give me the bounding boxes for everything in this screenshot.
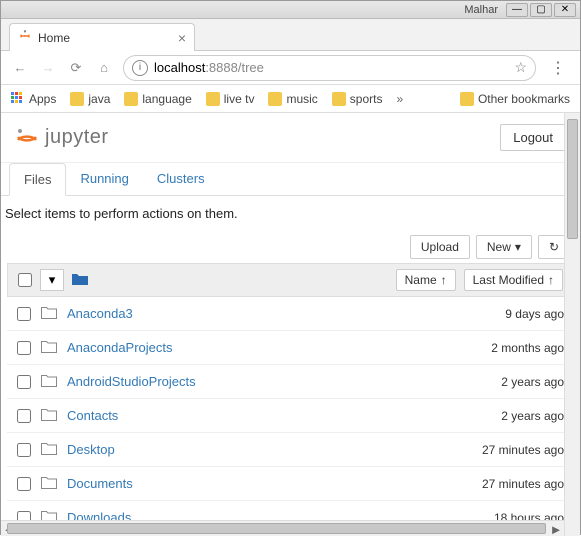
file-list-header: ▾ Name ↑ Last Modified ↑ [7,263,574,297]
file-modified-time: 2 years ago [501,375,564,389]
bookmark-language[interactable]: language [124,92,191,106]
close-tab-icon[interactable]: × [178,30,186,46]
window-maximize-button[interactable]: ▢ [530,3,552,17]
window-app-name: Malhar [464,4,498,16]
breadcrumb-folder-icon[interactable] [72,272,88,289]
vertical-scrollbar[interactable] [564,113,580,536]
row-checkbox[interactable] [17,477,31,491]
file-modified-time: 2 months ago [491,341,564,355]
bookmark-music[interactable]: music [268,92,317,106]
folder-icon [332,92,346,106]
bookmark-sports[interactable]: sports [332,92,383,106]
folder-icon [460,92,474,106]
folder-outline-icon [41,340,57,356]
reload-button[interactable]: ⟳ [67,59,85,77]
jupyter-tabs: Files Running Clusters [1,163,580,196]
folder-outline-icon [41,442,57,458]
browser-toolbar: ← → ⟳ ⌂ i localhost:8888/tree ☆ ⋮ [1,51,580,85]
jupyter-favicon-icon [18,29,32,46]
file-name-link[interactable]: Documents [67,476,133,491]
table-row: Desktop 27 minutes ago [7,433,574,467]
bookmark-java[interactable]: java [70,92,110,106]
file-name-link[interactable]: Desktop [67,442,115,457]
window-close-button[interactable]: ✕ [554,3,576,17]
jupyter-logo-icon [15,126,39,150]
back-button[interactable]: ← [11,59,29,77]
jupyter-brand-text: jupyter [45,126,109,149]
selection-hint: Select items to perform actions on them. [1,196,580,231]
address-bar[interactable]: i localhost:8888/tree ☆ [123,55,536,81]
logout-button[interactable]: Logout [500,124,566,151]
arrow-up-icon: ↑ [548,273,554,287]
browser-tab[interactable]: Home × [9,23,195,51]
other-bookmarks[interactable]: Other bookmarks [460,92,570,106]
file-modified-time: 2 years ago [501,409,564,423]
table-row: AndroidStudioProjects 2 years ago [7,365,574,399]
scroll-thumb[interactable] [7,523,546,534]
folder-icon [268,92,282,106]
caret-down-icon: ▾ [515,240,521,254]
scroll-right-icon[interactable]: ► [548,521,564,536]
apps-shortcut[interactable]: Apps [11,92,56,106]
window-titlebar: Malhar — ▢ ✕ [1,1,580,19]
row-checkbox[interactable] [17,307,31,321]
folder-icon [70,92,84,106]
file-name-link[interactable]: AnacondaProjects [67,340,173,355]
browser-tabstrip: Home × [1,19,580,51]
tab-running[interactable]: Running [66,163,142,195]
select-all-checkbox[interactable] [18,273,32,287]
sort-modified-button[interactable]: Last Modified ↑ [464,269,563,291]
jupyter-logo[interactable]: jupyter [15,126,109,150]
action-buttons: Upload New ▾ ↻ [1,231,580,263]
table-row: Anaconda3 9 days ago [7,297,574,331]
browser-menu-button[interactable]: ⋮ [546,58,570,78]
row-checkbox[interactable] [17,341,31,355]
folder-outline-icon [41,374,57,390]
file-name-link[interactable]: Anaconda3 [67,306,133,321]
select-dropdown[interactable]: ▾ [40,269,64,291]
tab-clusters[interactable]: Clusters [143,163,219,195]
file-name-link[interactable]: AndroidStudioProjects [67,374,196,389]
file-modified-time: 27 minutes ago [482,443,564,457]
forward-button[interactable]: → [39,59,57,77]
bookmark-live-tv[interactable]: live tv [206,92,255,106]
row-checkbox[interactable] [17,443,31,457]
file-name-link[interactable]: Contacts [67,408,118,423]
caret-down-icon: ▾ [49,272,56,288]
browser-tab-title: Home [38,31,172,45]
bookmarks-bar: Apps java language live tv music sports … [1,85,580,113]
folder-outline-icon [41,306,57,322]
file-modified-time: 9 days ago [505,307,564,321]
upload-button[interactable]: Upload [410,235,470,259]
folder-icon [124,92,138,106]
sort-name-button[interactable]: Name ↑ [396,269,456,291]
new-button[interactable]: New ▾ [476,235,532,259]
row-checkbox[interactable] [17,375,31,389]
home-button[interactable]: ⌂ [95,59,113,77]
file-list: Anaconda3 9 days ago AnacondaProjects 2 mon… [7,297,574,535]
tab-files[interactable]: Files [9,163,66,196]
page-content: jupyter Logout Files Running Clusters Se… [1,113,580,536]
scroll-thumb[interactable] [567,119,578,239]
arrow-up-icon: ↑ [441,273,447,287]
horizontal-scrollbar[interactable]: ◄ ► [1,520,564,536]
apps-grid-icon [11,92,25,106]
folder-outline-icon [41,476,57,492]
window-minimize-button[interactable]: — [506,3,528,17]
file-modified-time: 27 minutes ago [482,477,564,491]
row-checkbox[interactable] [17,409,31,423]
table-row: Documents 27 minutes ago [7,467,574,501]
folder-outline-icon [41,408,57,424]
bookmarks-overflow[interactable]: » [396,92,403,106]
refresh-icon: ↻ [549,240,559,254]
url-text: localhost:8888/tree [154,60,264,75]
table-row: AnacondaProjects 2 months ago [7,331,574,365]
bookmark-star-icon[interactable]: ☆ [514,59,527,76]
table-row: Contacts 2 years ago [7,399,574,433]
jupyter-header: jupyter Logout [1,113,580,163]
folder-icon [206,92,220,106]
info-icon[interactable]: i [132,60,148,76]
